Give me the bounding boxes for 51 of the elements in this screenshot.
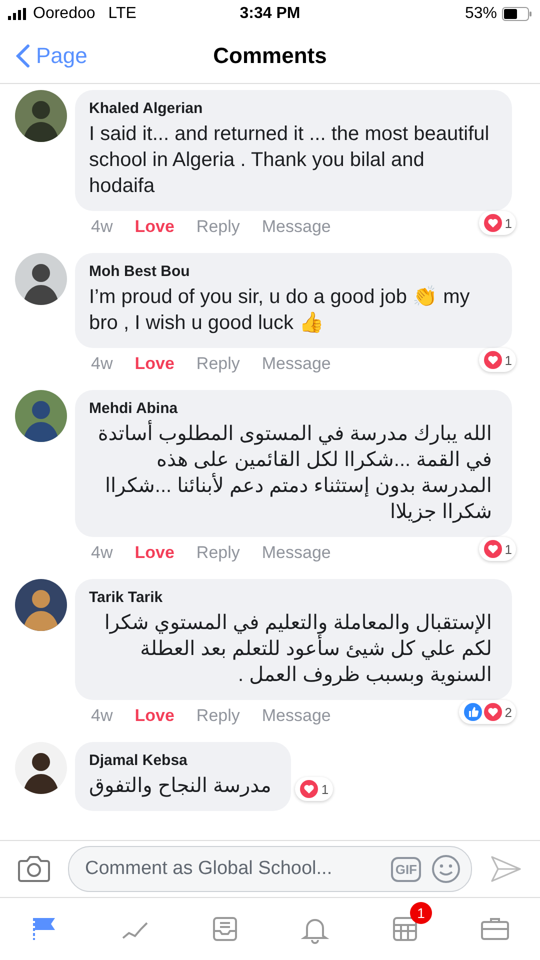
message-link[interactable]: Message bbox=[262, 354, 331, 374]
comment-author[interactable]: Moh Best Bou bbox=[89, 263, 498, 280]
comment-author[interactable]: Khaled Algerian bbox=[89, 100, 498, 117]
avatar[interactable] bbox=[15, 90, 67, 142]
carrier-name: Ooredoo bbox=[33, 5, 96, 23]
love-link[interactable]: Love bbox=[134, 706, 174, 726]
reaction-count-badge[interactable]: 2 bbox=[458, 700, 516, 724]
comment-age: 4w bbox=[91, 706, 113, 726]
reaction-count-badge[interactable]: 1 bbox=[478, 348, 516, 372]
back-button[interactable]: Page bbox=[0, 42, 88, 68]
love-link[interactable]: Love bbox=[134, 217, 174, 237]
avatar[interactable] bbox=[15, 253, 67, 305]
reaction-count-badge[interactable]: 1 bbox=[478, 211, 516, 235]
reply-link[interactable]: Reply bbox=[196, 354, 240, 374]
comment-age: 4w bbox=[91, 217, 113, 237]
comment-text: الله يبارك مدرسة في المستوى المطلوب أساتدة في القمة ...شكراا لكل القائمين على هذه المدرسة بدون إستثناء دمتم دعم لأبنائنا ...شكراا شكراا جزيلاا bbox=[89, 421, 498, 525]
message-link[interactable]: Message bbox=[262, 706, 331, 726]
avatar[interactable] bbox=[15, 390, 67, 442]
back-chevron-icon bbox=[16, 44, 30, 68]
comment-text: الإستقبال والمعاملة والتعليم في المستوي شكرا لكم علي كل شيئ سأعود للتعلم بعد العطلة السنوية وبسبب ظروف العمل . bbox=[103, 611, 493, 688]
avatar[interactable] bbox=[15, 579, 67, 631]
love-link[interactable]: Love bbox=[134, 543, 174, 563]
battery-percent: 53% bbox=[464, 5, 498, 23]
notification-badge: 1 bbox=[410, 902, 432, 924]
gif-button[interactable]: GIF bbox=[391, 856, 421, 882]
reply-link[interactable]: Reply bbox=[196, 543, 240, 563]
reaction-count-badge[interactable]: 1 bbox=[478, 537, 516, 561]
clock: 3:34 PM bbox=[240, 5, 300, 23]
smiley-icon[interactable] bbox=[431, 854, 461, 884]
comment-input-field[interactable]: Comment as Global School... GIF bbox=[68, 846, 472, 892]
network-type: LTE bbox=[108, 5, 136, 23]
love-link[interactable]: Love bbox=[134, 354, 174, 374]
page-title: Comments bbox=[213, 42, 327, 68]
calendar-icon[interactable] bbox=[390, 914, 420, 944]
reply-link[interactable]: Reply bbox=[196, 217, 240, 237]
camera-icon[interactable] bbox=[18, 855, 50, 883]
reaction-count-badge[interactable]: 1 bbox=[295, 777, 333, 801]
comment-text: I said it... and returned it ... the most beautiful school in Algeria . Thank you bilal and hodaifa bbox=[89, 122, 490, 199]
comment-text: مدرسة النجاح والتفوق bbox=[89, 774, 272, 799]
battery-icon bbox=[502, 7, 532, 21]
comment-age: 4w bbox=[91, 543, 113, 563]
comment-age: 4w bbox=[91, 354, 113, 374]
message-link[interactable]: Message bbox=[262, 217, 331, 237]
comment-author[interactable]: Djamal Kebsa bbox=[89, 752, 278, 769]
comment-author[interactable]: Mehdi Abina bbox=[89, 400, 498, 417]
message-link[interactable]: Message bbox=[262, 543, 331, 563]
signal-icon bbox=[8, 8, 28, 20]
comment-author[interactable]: Tarik Tarik bbox=[89, 589, 498, 606]
comment-text: I’m proud of you sir, u do a good job 👏 my bro , I wish u good luck 👍 bbox=[89, 284, 471, 336]
inbox-icon[interactable] bbox=[210, 914, 240, 944]
reply-link[interactable]: Reply bbox=[196, 706, 240, 726]
